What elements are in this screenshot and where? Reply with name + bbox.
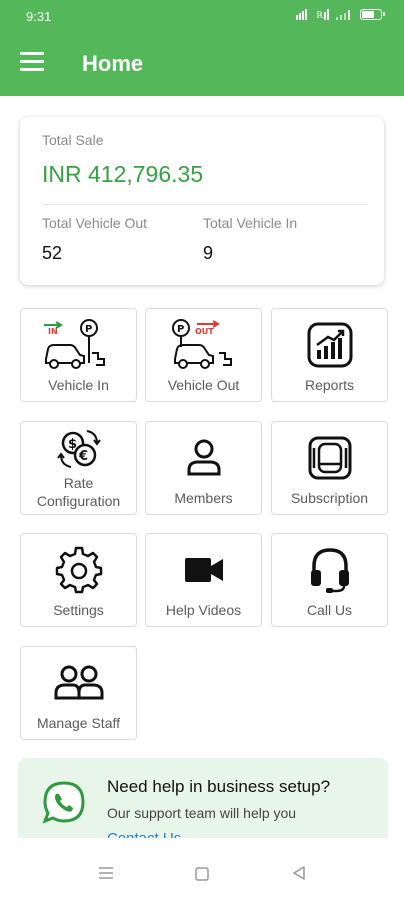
page-title: Home — [82, 51, 144, 76]
help-title: Need help in business setup? — [107, 777, 331, 796]
vehicle-out-label: Total Vehicle Out — [42, 215, 148, 231]
tile-label: Vehicle In — [48, 377, 109, 393]
vehicle-in-icon: IN P — [43, 319, 105, 369]
sales-summary-card: Total Sale INR 412,796.35 Total Vehicle … — [20, 117, 384, 285]
wifi-signal-icon: ℝ — [316, 9, 329, 20]
status-time: 9:31 — [26, 9, 52, 24]
summary-divider — [42, 204, 368, 205]
tile-label-line1: Rate — [63, 475, 94, 491]
currency-exchange-icon: $ € — [56, 430, 101, 468]
tile-vehicle-out[interactable]: P OUT Vehicle Out — [145, 308, 262, 402]
help-subtitle: Our support team will help you — [107, 805, 297, 821]
help-banner[interactable]: Need help in business setup? Our support… — [18, 758, 388, 838]
svg-text:P: P — [85, 324, 92, 335]
gear-icon — [55, 546, 102, 594]
network-icon — [296, 9, 307, 20]
person-icon — [187, 439, 220, 476]
tile-settings[interactable]: Settings — [20, 533, 137, 627]
svg-text:ℝ: ℝ — [316, 11, 324, 20]
tile-call-us[interactable]: Call Us — [271, 533, 388, 627]
tile-label: Help Videos — [165, 602, 242, 618]
total-sale-value: INR 412,796.35 — [42, 161, 204, 187]
total-sale-label: Total Sale — [42, 132, 104, 148]
vehicle-out-icon: P OUT — [171, 319, 232, 369]
tile-label: Subscription — [290, 490, 369, 506]
contact-us-link[interactable]: Contact Us → — [107, 830, 200, 838]
vehicle-out-value: 52 — [42, 243, 63, 263]
battery-icon — [360, 8, 385, 20]
subscription-card-icon — [308, 436, 351, 480]
signal-strength-icon — [336, 10, 350, 20]
tile-label: Vehicle Out — [167, 377, 240, 393]
tile-vehicle-in[interactable]: IN P Vehicle In — [20, 308, 137, 402]
vehicle-in-value: 9 — [203, 243, 214, 263]
status-bar: 9:31 ℝ — [0, 0, 404, 34]
home-square-icon[interactable] — [195, 867, 209, 881]
hamburger-menu-icon[interactable] — [20, 52, 44, 72]
tile-label: Members — [174, 490, 233, 506]
system-nav-bar — [0, 838, 404, 900]
reports-chart-icon — [307, 322, 352, 368]
svg-text:P: P — [177, 324, 184, 335]
video-camera-icon — [184, 558, 223, 582]
tile-subscription[interactable]: Subscription — [271, 421, 388, 515]
vehicle-in-label: Total Vehicle In — [203, 215, 298, 231]
tile-label: Call Us — [306, 602, 353, 618]
tile-label: Settings — [53, 602, 104, 618]
back-triangle-icon[interactable] — [292, 866, 306, 880]
tile-manage-staff[interactable]: Manage Staff — [20, 646, 137, 740]
tile-rate-configuration[interactable]: $ € Rate Configuration — [20, 421, 137, 515]
tile-label: Reports — [304, 377, 355, 393]
app-header: 9:31 ℝ Home — [0, 0, 404, 96]
tile-help-videos[interactable]: Help Videos — [145, 533, 262, 627]
status-icons: ℝ — [296, 8, 385, 20]
headset-icon — [310, 548, 349, 593]
recents-icon[interactable] — [98, 866, 114, 880]
tile-label-line2: Configuration — [36, 493, 121, 509]
tile-reports[interactable]: Reports — [271, 308, 388, 402]
svg-text:OUT: OUT — [195, 327, 214, 336]
people-group-icon — [54, 665, 103, 700]
svg-text:€: € — [78, 449, 88, 464]
tile-label: Manage Staff — [36, 715, 121, 731]
tile-members[interactable]: Members — [145, 421, 262, 515]
whatsapp-icon — [42, 781, 85, 824]
